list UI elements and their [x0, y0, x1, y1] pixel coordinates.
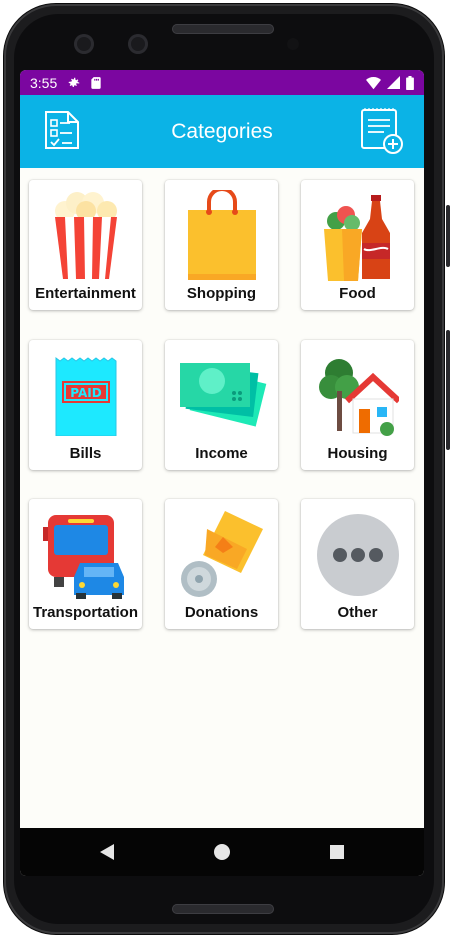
category-label: Income [195, 445, 248, 462]
screen: 3:55 Categories Entertainment Shopping F… [20, 70, 424, 876]
category-label: Housing [327, 445, 388, 462]
home-button[interactable] [207, 837, 237, 867]
front-camera-2 [128, 34, 148, 54]
category-label: Food [339, 285, 376, 302]
shopping-bag-icon [187, 190, 256, 280]
donation-tag-icon [180, 511, 263, 597]
recents-button[interactable] [322, 837, 352, 867]
earpiece-speaker [172, 24, 274, 34]
battery-icon [406, 75, 414, 90]
money-icon [179, 363, 266, 427]
volume-button [446, 205, 450, 267]
more-dots-icon [316, 514, 399, 596]
checklist-icon[interactable] [42, 109, 82, 151]
house-icon [318, 359, 399, 436]
category-label: Donations [184, 604, 259, 621]
add-note-icon[interactable] [360, 107, 404, 155]
category-card-income[interactable]: Income [165, 340, 278, 470]
recents-icon [329, 845, 344, 859]
category-card-other[interactable]: Other [301, 499, 414, 629]
food-icon [323, 195, 390, 281]
status-right [366, 75, 414, 90]
settings-icon [69, 77, 80, 87]
bottom-speaker [172, 904, 274, 914]
proximity-sensor [287, 38, 299, 50]
category-label: Entertainment [35, 285, 136, 302]
power-button [446, 330, 450, 450]
home-icon [213, 844, 230, 860]
sd-card-icon [91, 76, 101, 89]
back-icon [100, 844, 115, 860]
status-time: 3:55 [30, 74, 58, 91]
category-card-donations[interactable]: Donations [165, 499, 278, 629]
category-label: Transportation [32, 604, 138, 621]
page-title: Categories [171, 119, 273, 143]
bus-car-icon [42, 515, 124, 599]
popcorn-icon [54, 192, 117, 279]
category-label: Shopping [186, 285, 257, 302]
category-card-food[interactable]: Food [301, 180, 414, 310]
category-card-transportation[interactable]: Transportation [29, 499, 142, 629]
paid-bill-icon: PAID [55, 357, 116, 436]
category-label: Bills [69, 445, 102, 462]
signal-icon [387, 76, 400, 89]
navigation-bar [20, 828, 424, 876]
category-label: Other [337, 604, 378, 621]
app-bar: Categories [20, 95, 424, 168]
wifi-icon [366, 76, 381, 89]
category-card-housing[interactable]: Housing [301, 340, 414, 470]
svg-text:PAID: PAID [70, 386, 101, 400]
front-camera [74, 34, 94, 54]
status-bar: 3:55 [20, 70, 424, 95]
category-card-entertainment[interactable]: Entertainment [29, 180, 142, 310]
back-button[interactable] [92, 837, 122, 867]
category-card-shopping[interactable]: Shopping [165, 180, 278, 310]
category-card-bills[interactable]: PAID Bills [29, 340, 142, 470]
